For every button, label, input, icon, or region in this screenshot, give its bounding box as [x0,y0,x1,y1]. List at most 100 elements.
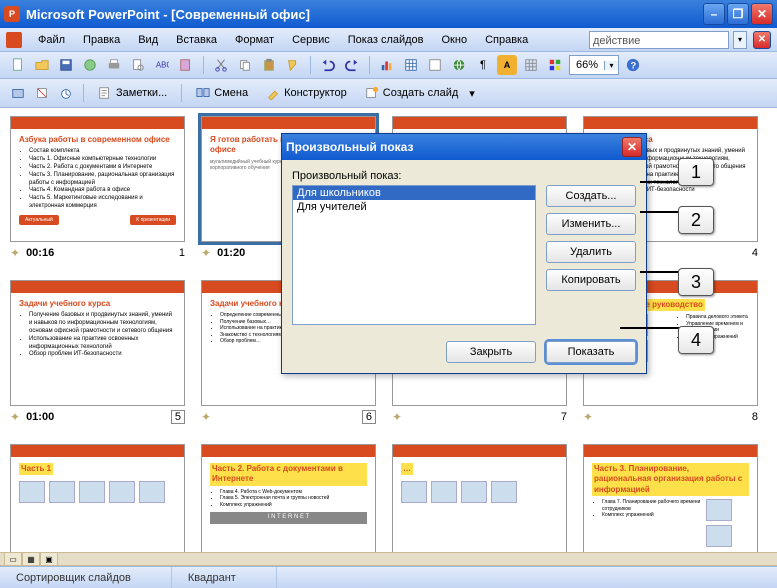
zoom-value: 66% [570,59,604,71]
slideshow-toolbar: Заметки... Смена Конструктор Создать сла… [0,79,777,108]
svg-text:ABC: ABC [156,61,169,70]
slide-thumbnail-9[interactable]: Часть 1 [10,444,185,566]
minimize-button[interactable]: – [703,3,725,25]
animation-icon: ✦ [201,246,211,260]
callout-2: 2 [678,206,714,234]
animation-icon: ✦ [10,246,20,260]
show-button[interactable]: Показать [546,341,636,363]
close-button[interactable]: ✕ [751,3,773,25]
standard-toolbar: ABC ¶ A 66%▾ ? [0,52,777,79]
rehearse-icon[interactable] [8,83,28,103]
callout-3: 3 [678,268,714,296]
list-item[interactable]: Для учителей [293,200,535,214]
format-painter-icon[interactable] [283,55,303,75]
slide-thumbnail-1[interactable]: Азбука работы в современном офисе Состав… [10,116,185,242]
help-icon[interactable]: ? [623,55,643,75]
timing-icon[interactable] [56,83,76,103]
sorter-view-button[interactable]: ▦ [22,552,40,566]
expand-icon[interactable]: ¶ [473,55,493,75]
edit-button[interactable]: Изменить... [546,213,636,235]
gridlines-icon[interactable] [521,55,541,75]
menu-view[interactable]: Вид [130,32,166,48]
notes-icon [98,86,112,100]
slideshow-view-button[interactable]: ▣ [40,552,58,566]
hyperlink-icon[interactable] [449,55,469,75]
slide-thumbnail-10[interactable]: Часть 2. Работа с документами в Интернет… [201,444,376,566]
dialog-list-label: Произвольный показ: [292,170,636,182]
slide-thumbnail-11[interactable]: … [392,444,567,566]
svg-text:?: ? [630,61,636,72]
document-close-button[interactable]: ✕ [753,31,771,49]
animation-icon: ✦ [10,410,20,424]
slide-number: 7 [561,411,567,423]
transition-icon [196,86,210,100]
research-icon[interactable] [176,55,196,75]
status-center: Квадрант [172,567,277,588]
status-left: Сортировщик слайдов [0,567,172,588]
menu-insert[interactable]: Вставка [168,32,225,48]
slide-thumbnail-12[interactable]: Часть 3. Планирование, рациональная орга… [583,444,758,566]
status-bar: Сортировщик слайдов Квадрант [0,566,777,588]
app-icon: P [4,6,20,22]
menu-bar: Файл Правка Вид Вставка Формат Сервис По… [0,28,777,52]
slide-number: 8 [752,411,758,423]
color-icon[interactable] [545,55,565,75]
open-icon[interactable] [32,55,52,75]
control-menu-icon[interactable] [6,32,22,48]
create-button[interactable]: Создать... [546,185,636,207]
dialog-close-button[interactable]: ✕ [622,137,642,157]
table-icon[interactable] [401,55,421,75]
menu-tools[interactable]: Сервис [284,32,338,48]
chevron-down-icon[interactable]: ▾ [604,61,618,70]
slide-time: 01:00 [26,411,54,423]
save-icon[interactable] [56,55,76,75]
menu-edit[interactable]: Правка [75,32,128,48]
slide-thumbnail-5[interactable]: Задачи учебного курса Получение базовых … [10,280,185,406]
animation-icon: ✦ [583,410,593,424]
menu-window[interactable]: Окно [434,32,476,48]
paste-icon[interactable] [259,55,279,75]
design-button[interactable]: Конструктор [259,82,354,104]
menu-slideshow[interactable]: Показ слайдов [340,32,432,48]
animation-icon: ✦ [392,410,402,424]
dialog-title: Произвольный показ [286,140,413,154]
slide-time: 00:16 [26,247,54,259]
design-icon [266,86,280,100]
slide-number: 4 [752,247,758,259]
menu-help[interactable]: Справка [477,32,536,48]
transition-button[interactable]: Смена [189,82,255,104]
copy-icon[interactable] [235,55,255,75]
footer-strip [0,552,777,566]
grid-icon[interactable]: A [497,55,517,75]
zoom-combo[interactable]: 66%▾ [569,55,619,75]
undo-icon[interactable] [318,55,338,75]
delete-button[interactable]: Удалить [546,241,636,263]
close-dialog-button[interactable]: Закрыть [446,341,536,363]
notes-button[interactable]: Заметки... [91,82,174,104]
maximize-button[interactable]: ❐ [727,3,749,25]
list-item[interactable]: Для школьников [293,186,535,200]
permission-icon[interactable] [80,55,100,75]
preview-icon[interactable] [128,55,148,75]
new-slide-button[interactable]: Создать слайд [358,82,465,104]
toolbar-options-chevron[interactable]: ▾ [469,87,475,100]
help-search-dropdown[interactable]: ▾ [733,31,747,49]
menu-file[interactable]: Файл [30,32,73,48]
callout-4: 4 [678,326,714,354]
new-icon[interactable] [8,55,28,75]
animation-icon: ✦ [201,410,211,424]
redo-icon[interactable] [342,55,362,75]
copy-button[interactable]: Копировать [546,269,636,291]
spellcheck-icon[interactable]: ABC [152,55,172,75]
help-search-box[interactable]: действие [589,31,729,49]
custom-shows-listbox[interactable]: Для школьников Для учителей [292,185,536,325]
print-icon[interactable] [104,55,124,75]
menu-format[interactable]: Формат [227,32,282,48]
tableinsert-icon[interactable] [425,55,445,75]
callout-1: 1 [678,158,714,186]
chart-icon[interactable] [377,55,397,75]
cut-icon[interactable] [211,55,231,75]
normal-view-button[interactable]: ▭ [4,552,22,566]
hide-slide-icon[interactable] [32,83,52,103]
slide-number: 1 [179,247,185,259]
